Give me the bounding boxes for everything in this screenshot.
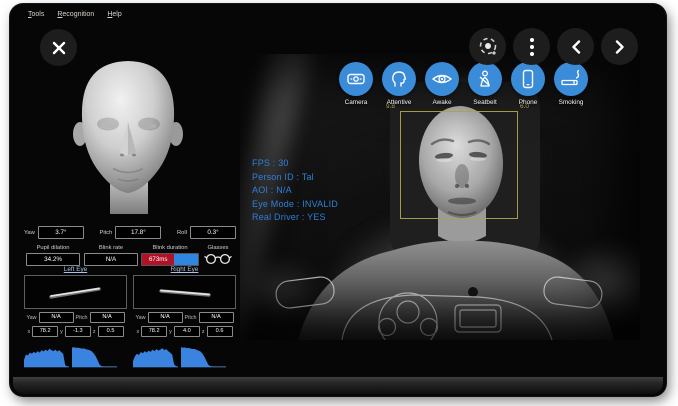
status-icon-row: Camera Attentive Awake [339, 62, 588, 106]
pupil-dilation-label: Pupil dilation [37, 245, 70, 251]
status-attentive[interactable]: Attentive [382, 62, 416, 106]
blink-duration-gauge: 673ms [141, 253, 199, 266]
right-eye-yaw-label: Yaw [135, 315, 145, 321]
status-seatbelt[interactable]: Seatbelt [468, 62, 502, 106]
phone-icon [521, 69, 535, 89]
smoking-icon [560, 69, 582, 89]
telemetry-readout: FPS : 30 Person ID : Tal AOI : N/A Eye M… [252, 157, 338, 225]
close-button[interactable] [40, 29, 77, 66]
left-eye-view [24, 275, 127, 309]
menu-tools[interactable]: Tools [28, 11, 44, 18]
left-eye-panel: Left Eye Yaw N/A Pitch N/A x 78.2 y -1.3… [24, 266, 127, 337]
pupil-dilation-value: 34.2% [26, 253, 80, 266]
face-bounding-box [400, 111, 518, 219]
roll-value: 0.3° [190, 226, 236, 239]
status-awake-label: Awake [432, 99, 451, 106]
yaw-label: Yaw [24, 230, 35, 236]
left-eye-yaw-label: Yaw [26, 315, 36, 321]
head-pose-row: Yaw 3.7° Pitch 17.8° Roll 0.3° [24, 226, 236, 239]
attentive-head-icon [389, 69, 409, 89]
more-options-button[interactable] [513, 28, 550, 65]
right-eye-view [133, 275, 236, 309]
telemetry-eye-mode: Eye Mode : INVALID [252, 198, 338, 212]
right-eye-y-label: y [169, 329, 172, 335]
right-eye-z-label: z [202, 329, 205, 335]
left-eye-x-label: x [27, 329, 30, 335]
right-eye-y-value: 4.0 [174, 326, 200, 337]
seatbelt-icon [475, 69, 495, 89]
histogram-chart [181, 340, 226, 368]
status-smoking-label: Smoking [559, 99, 584, 106]
histogram-chart [133, 340, 178, 368]
right-eye-yaw-value: N/A [148, 312, 183, 323]
glasses-icon [204, 253, 232, 265]
blink-rate-label: Blink rate [99, 245, 123, 251]
left-eye-z-value: 0.5 [98, 326, 124, 337]
chevron-left-icon [571, 40, 581, 54]
telemetry-person-id: Person ID : Tal [252, 171, 338, 185]
telemetry-fps: FPS : 30 [252, 157, 338, 171]
telemetry-real-driver: Real Driver : YES [252, 211, 338, 225]
analysis-panel: Yaw 3.7° Pitch 17.8° Roll 0.3° Pupil dil… [10, 4, 240, 396]
previous-button[interactable] [557, 28, 594, 65]
awake-eye-icon [431, 69, 453, 89]
right-eye-z-value: 0.6 [207, 326, 233, 337]
menu-help[interactable]: Help [107, 11, 121, 18]
blink-duration-value: 673ms [142, 254, 174, 265]
telemetry-aoi: AOI : N/A [252, 184, 338, 198]
left-eye-x-value: 78.2 [32, 326, 58, 337]
histogram-chart [72, 340, 117, 368]
histogram-chart [24, 340, 69, 368]
close-icon [51, 40, 67, 56]
pitch-label: Pitch [99, 230, 112, 236]
camera-icon [346, 69, 366, 89]
dashboard-overlay [240, 276, 640, 340]
window-bottom-edge [13, 377, 663, 394]
left-eye-pitch-label: Pitch [76, 315, 88, 321]
right-eye-x-value: 78.2 [141, 326, 167, 337]
right-eye-x-label: x [136, 329, 139, 335]
status-awake[interactable]: Awake [425, 62, 459, 106]
status-seatbelt-label: Seatbelt [473, 99, 496, 106]
right-eye-title: Right Eye [171, 266, 199, 273]
right-eye-pitch-label: Pitch [185, 315, 197, 321]
status-camera[interactable]: Camera [339, 62, 373, 106]
status-camera-label: Camera [345, 99, 368, 106]
capture-region-button[interactable] [469, 28, 506, 65]
next-button[interactable] [601, 28, 638, 65]
left-eye-y-label: y [60, 329, 63, 335]
yaw-value: 3.7° [38, 226, 84, 239]
left-eye-y-value: -1.3 [65, 326, 91, 337]
left-eye-pitch-value: N/A [90, 312, 125, 323]
status-attentive-label: Attentive [387, 99, 412, 106]
histogram-strip [24, 340, 226, 368]
pitch-value: 17.8° [115, 226, 161, 239]
ir-camera-feed: 9.8 6.0 Camera [240, 54, 640, 340]
roll-label: Roll [177, 230, 187, 236]
menu-bar: Tools Recognition Help [28, 11, 122, 18]
status-phone-label: Phone [519, 99, 537, 106]
blink-duration-fill [174, 254, 198, 265]
more-options-icon [529, 37, 535, 57]
metrics-row: Pupil dilation 34.2% Blink rate N/A Blin… [24, 245, 236, 266]
left-eye-z-label: z [93, 329, 96, 335]
blink-duration-label: Blink duration [152, 245, 187, 251]
blink-rate-value: N/A [84, 253, 138, 266]
chevron-right-icon [615, 40, 625, 54]
status-smoking[interactable]: Smoking [554, 62, 588, 106]
capture-region-icon [477, 36, 499, 58]
head-3d-model [58, 54, 198, 220]
eyes-section: Left Eye Yaw N/A Pitch N/A x 78.2 y -1.3… [24, 266, 236, 337]
menu-recognition[interactable]: Recognition [57, 11, 94, 18]
left-eye-title: Left Eye [64, 266, 87, 273]
right-eye-panel: Right Eye Yaw N/A Pitch N/A x 78.2 y 4.0… [133, 266, 236, 337]
status-phone[interactable]: Phone [511, 62, 545, 106]
glasses-label: Glasses [208, 245, 229, 251]
right-eye-pitch-value: N/A [199, 312, 234, 323]
left-eye-yaw-value: N/A [39, 312, 74, 323]
dms-app-window: Tools Recognition Help [10, 4, 666, 396]
